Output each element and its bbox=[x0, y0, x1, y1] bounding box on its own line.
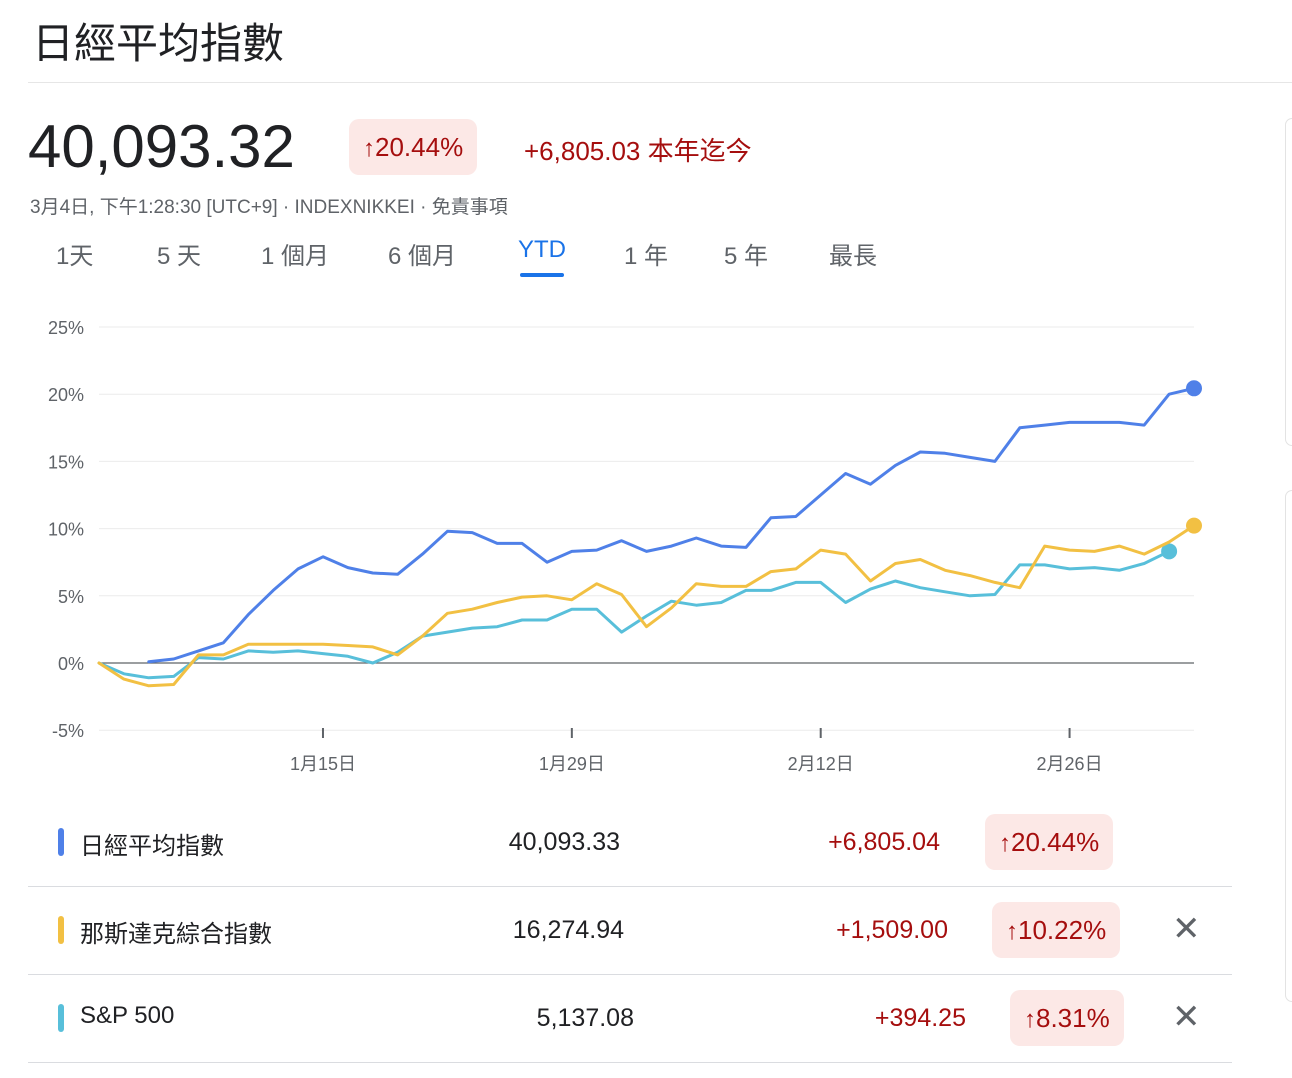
x-tick-label: 1月15日 bbox=[290, 754, 356, 774]
quote-meta: 3月4日, 下午1:28:30 [UTC+9] · INDEXNIKKEI · … bbox=[30, 197, 508, 218]
series-line bbox=[97, 524, 1196, 688]
series-end-marker bbox=[1186, 517, 1202, 534]
tab-max[interactable]: 最長 bbox=[829, 236, 877, 271]
abs-change-value: +6,805.03 bbox=[524, 136, 641, 166]
comparison-row[interactable]: 那斯達克綜合指數 16,274.94 +1,509.00 ↑10.22% ✕ bbox=[28, 886, 1232, 975]
y-tick-label: 15% bbox=[48, 452, 84, 472]
row-name: S&P 500 bbox=[80, 1002, 175, 1029]
series-end-marker bbox=[1186, 380, 1202, 397]
row-pct-badge: ↑8.31% bbox=[1010, 990, 1124, 1046]
series-color-bar bbox=[58, 828, 64, 856]
row-name: 那斯達克綜合指數 bbox=[80, 921, 272, 948]
tab-1m[interactable]: 1 個月 bbox=[261, 236, 329, 271]
y-tick-label: -5% bbox=[52, 721, 84, 741]
series-line bbox=[147, 386, 1196, 664]
abs-change: +6,805.03 本年迄今 bbox=[524, 131, 752, 168]
y-tick-label: 20% bbox=[48, 385, 84, 405]
page-title: 日經平均指數 bbox=[32, 20, 285, 67]
x-tick-label: 2月12日 bbox=[788, 754, 854, 774]
row-pct-value: 10.22% bbox=[1018, 915, 1107, 945]
row-pct-value: 8.31% bbox=[1036, 1003, 1110, 1033]
pct-change-badge: ↑20.44% bbox=[349, 119, 478, 175]
series-color-bar bbox=[58, 1004, 64, 1032]
arrow-up-icon: ↑ bbox=[1006, 918, 1018, 945]
row-name: 日經平均指數 bbox=[80, 833, 224, 860]
arrow-up-icon: ↑ bbox=[999, 830, 1011, 857]
x-tick-label: 2月26日 bbox=[1037, 754, 1103, 774]
series-line bbox=[97, 549, 1171, 680]
y-tick-label: 10% bbox=[48, 520, 84, 540]
close-icon[interactable]: ✕ bbox=[1172, 1000, 1201, 1034]
close-icon[interactable]: ✕ bbox=[1172, 912, 1201, 946]
y-tick-label: 5% bbox=[58, 587, 84, 607]
row-change: +6,805.04 bbox=[828, 828, 940, 856]
row-pct-badge: ↑20.44% bbox=[985, 814, 1114, 870]
row-change: +1,509.00 bbox=[836, 916, 948, 944]
row-value: 16,274.94 bbox=[512, 916, 624, 944]
y-axis-labels: 25% 20% 15% 10% 5% 0% -5% bbox=[48, 318, 84, 741]
current-price: 40,093.32 bbox=[28, 113, 295, 180]
tab-5d[interactable]: 5 天 bbox=[157, 236, 201, 271]
row-pct-badge: ↑10.22% bbox=[992, 902, 1121, 958]
series-color-bar bbox=[58, 916, 64, 944]
tab-ytd[interactable]: YTD bbox=[518, 236, 566, 264]
pct-change-value: 20.44% bbox=[375, 132, 464, 162]
comparison-chart[interactable]: 25% 20% 15% 10% 5% 0% -5% 1月15日 1月29日 2月12日 2月26日 bbox=[0, 300, 1292, 790]
row-pct-value: 20.44% bbox=[1011, 827, 1100, 857]
tab-5y[interactable]: 5 年 bbox=[724, 236, 768, 271]
x-axis-ticks: 1月15日 1月29日 2月12日 2月26日 bbox=[290, 728, 1103, 774]
row-value: 40,093.33 bbox=[508, 828, 620, 856]
tab-1d[interactable]: 1天 bbox=[56, 236, 93, 271]
row-change: +394.25 bbox=[874, 1004, 966, 1032]
arrow-up-icon: ↑ bbox=[1024, 1006, 1036, 1033]
tab-6m[interactable]: 6 個月 bbox=[388, 236, 456, 271]
y-tick-label: 25% bbox=[48, 318, 84, 338]
x-tick-label: 1月29日 bbox=[539, 754, 605, 774]
comparison-row[interactable]: S&P 500 5,137.08 +394.25 ↑8.31% ✕ bbox=[28, 974, 1232, 1063]
title-divider bbox=[28, 82, 1292, 83]
y-tick-label: 0% bbox=[58, 654, 84, 674]
chart-series bbox=[97, 380, 1202, 688]
period-label: 本年迄今 bbox=[647, 136, 752, 166]
tab-1y[interactable]: 1 年 bbox=[624, 236, 668, 271]
comparison-row[interactable]: 日經平均指數 40,093.33 +6,805.04 ↑20.44% bbox=[28, 798, 1232, 887]
arrow-up-icon: ↑ bbox=[363, 135, 375, 162]
row-value: 5,137.08 bbox=[536, 1004, 634, 1032]
chart-grid bbox=[99, 326, 1194, 731]
active-tab-underline bbox=[520, 273, 564, 277]
